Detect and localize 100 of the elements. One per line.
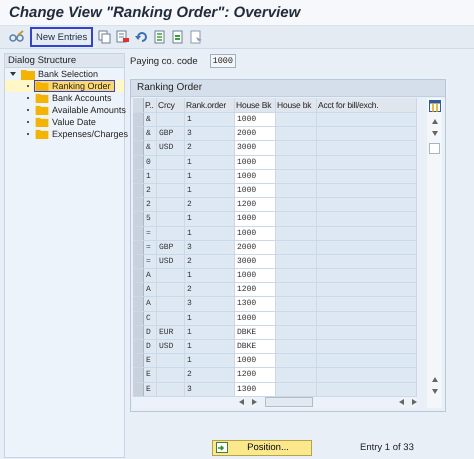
entry-count: Entry 1 of 33 [360, 442, 414, 454]
row-selector[interactable] [133, 212, 144, 226]
row-selector[interactable] [133, 127, 144, 140]
table-cell: = [144, 226, 157, 240]
column-header[interactable]: Crcy [157, 98, 185, 112]
select-all-cell[interactable] [133, 98, 144, 112]
row-selector[interactable] [133, 226, 144, 240]
table-cell: 1 [185, 312, 235, 325]
scrollbar-thumb[interactable] [429, 143, 440, 154]
delete-rows-icon[interactable] [116, 30, 130, 44]
deselect-all-icon[interactable] [190, 30, 204, 44]
collapse-icon[interactable] [10, 71, 16, 77]
table-title: Ranking Order [131, 80, 445, 97]
input-field[interactable]: 1000 [235, 184, 276, 198]
input-field[interactable]: 1000 [235, 156, 276, 169]
input-field[interactable]: 1200 [235, 283, 276, 296]
folder-icon [35, 117, 49, 127]
row-selector[interactable] [133, 184, 144, 198]
scroll-down-icon[interactable] [432, 131, 438, 136]
row-selector[interactable] [133, 354, 144, 368]
row-selector[interactable] [133, 254, 144, 268]
folder-icon [35, 105, 49, 115]
table-cell: 3 [185, 127, 235, 140]
table-cell: 1 [185, 269, 235, 282]
input-field[interactable]: 3000 [235, 254, 276, 268]
select-block-icon[interactable] [172, 30, 186, 44]
input-field[interactable]: 1300 [235, 382, 276, 396]
scroll-up-icon[interactable] [432, 376, 438, 382]
undo-icon[interactable] [135, 30, 150, 44]
row-selector[interactable] [133, 113, 144, 126]
row-selector[interactable] [133, 312, 144, 325]
table-cell: 1 [185, 326, 235, 339]
table-cell: = [144, 240, 157, 254]
column-header[interactable]: House bk [276, 98, 317, 112]
table-cell: E [144, 354, 157, 368]
input-field[interactable]: 2000 [235, 240, 276, 254]
row-selector[interactable] [133, 269, 144, 282]
row-selector[interactable] [133, 156, 144, 169]
input-field[interactable]: DBKE [235, 340, 276, 354]
input-field[interactable]: DBKE [235, 326, 276, 339]
scroll-down-icon[interactable] [432, 388, 438, 394]
row-selector[interactable] [133, 198, 144, 212]
column-header[interactable]: Acct for bill/exch. [317, 98, 417, 112]
table-cell: 2 [185, 141, 235, 155]
table-cell: 2 [144, 184, 157, 198]
paying-code-field[interactable]: 1000 [210, 54, 236, 68]
table-cell: E [144, 382, 157, 396]
folder-icon [35, 129, 49, 139]
scroll-left-icon[interactable] [399, 399, 404, 406]
folder-icon [35, 81, 49, 91]
column-header[interactable]: House Bk [235, 98, 276, 112]
scroll-up-icon[interactable] [432, 119, 438, 124]
panel-header: Dialog Structure [5, 54, 124, 68]
table-cell: 1 [185, 226, 235, 240]
row-selector[interactable] [133, 382, 144, 396]
table-cell: 2 [144, 198, 157, 212]
input-field[interactable]: 1000 [235, 226, 276, 240]
tree-item[interactable]: Ranking Order [34, 80, 115, 92]
input-field[interactable]: 1200 [235, 198, 276, 212]
select-all-icon[interactable] [154, 30, 168, 44]
table-cell: USD [157, 340, 185, 354]
row-selector[interactable] [133, 368, 144, 382]
tree-item[interactable]: Value Date [34, 116, 100, 128]
table-cell: 0 [144, 156, 157, 169]
scroll-left-icon[interactable] [239, 399, 244, 406]
tree-item[interactable]: Bank Accounts [34, 92, 116, 104]
column-header[interactable]: Rank.order [185, 98, 235, 112]
row-selector[interactable] [133, 240, 144, 254]
input-field[interactable]: 1300 [235, 297, 276, 311]
tree-item[interactable]: Available Amounts [34, 104, 130, 116]
table-settings-icon[interactable] [428, 100, 440, 112]
scrollbar-thumb[interactable] [265, 397, 313, 408]
input-field[interactable]: 1000 [235, 212, 276, 226]
table-cell: 1 [185, 184, 235, 198]
tree-item[interactable]: Expenses/Charges [34, 128, 132, 140]
scroll-right-icon[interactable] [252, 399, 257, 406]
glasses-pencil-icon[interactable] [9, 30, 25, 44]
scroll-right-icon[interactable] [412, 399, 417, 406]
copy-icon[interactable] [98, 30, 112, 44]
input-field[interactable]: 1000 [235, 170, 276, 183]
table-cell: 1 [144, 170, 157, 183]
new-entries-button[interactable]: New Entries [30, 27, 94, 47]
input-field[interactable]: 1000 [235, 354, 276, 368]
input-field[interactable]: 1000 [235, 312, 276, 325]
input-field[interactable]: 1000 [235, 113, 276, 126]
input-field[interactable]: 3000 [235, 141, 276, 155]
tree-item[interactable]: Bank Selection [38, 69, 98, 79]
column-header[interactable]: P.. [144, 98, 157, 112]
input-field[interactable]: 2000 [235, 127, 276, 140]
input-field[interactable]: 1000 [235, 269, 276, 282]
table-cell: & [144, 127, 157, 140]
row-selector[interactable] [133, 340, 144, 354]
input-field[interactable]: 1200 [235, 368, 276, 382]
position-button[interactable]: Position... [212, 440, 312, 456]
row-selector[interactable] [133, 297, 144, 311]
row-selector[interactable] [133, 283, 144, 296]
table-cell: 2 [185, 198, 235, 212]
row-selector[interactable] [133, 141, 144, 155]
row-selector[interactable] [133, 170, 144, 183]
row-selector[interactable] [133, 326, 144, 339]
